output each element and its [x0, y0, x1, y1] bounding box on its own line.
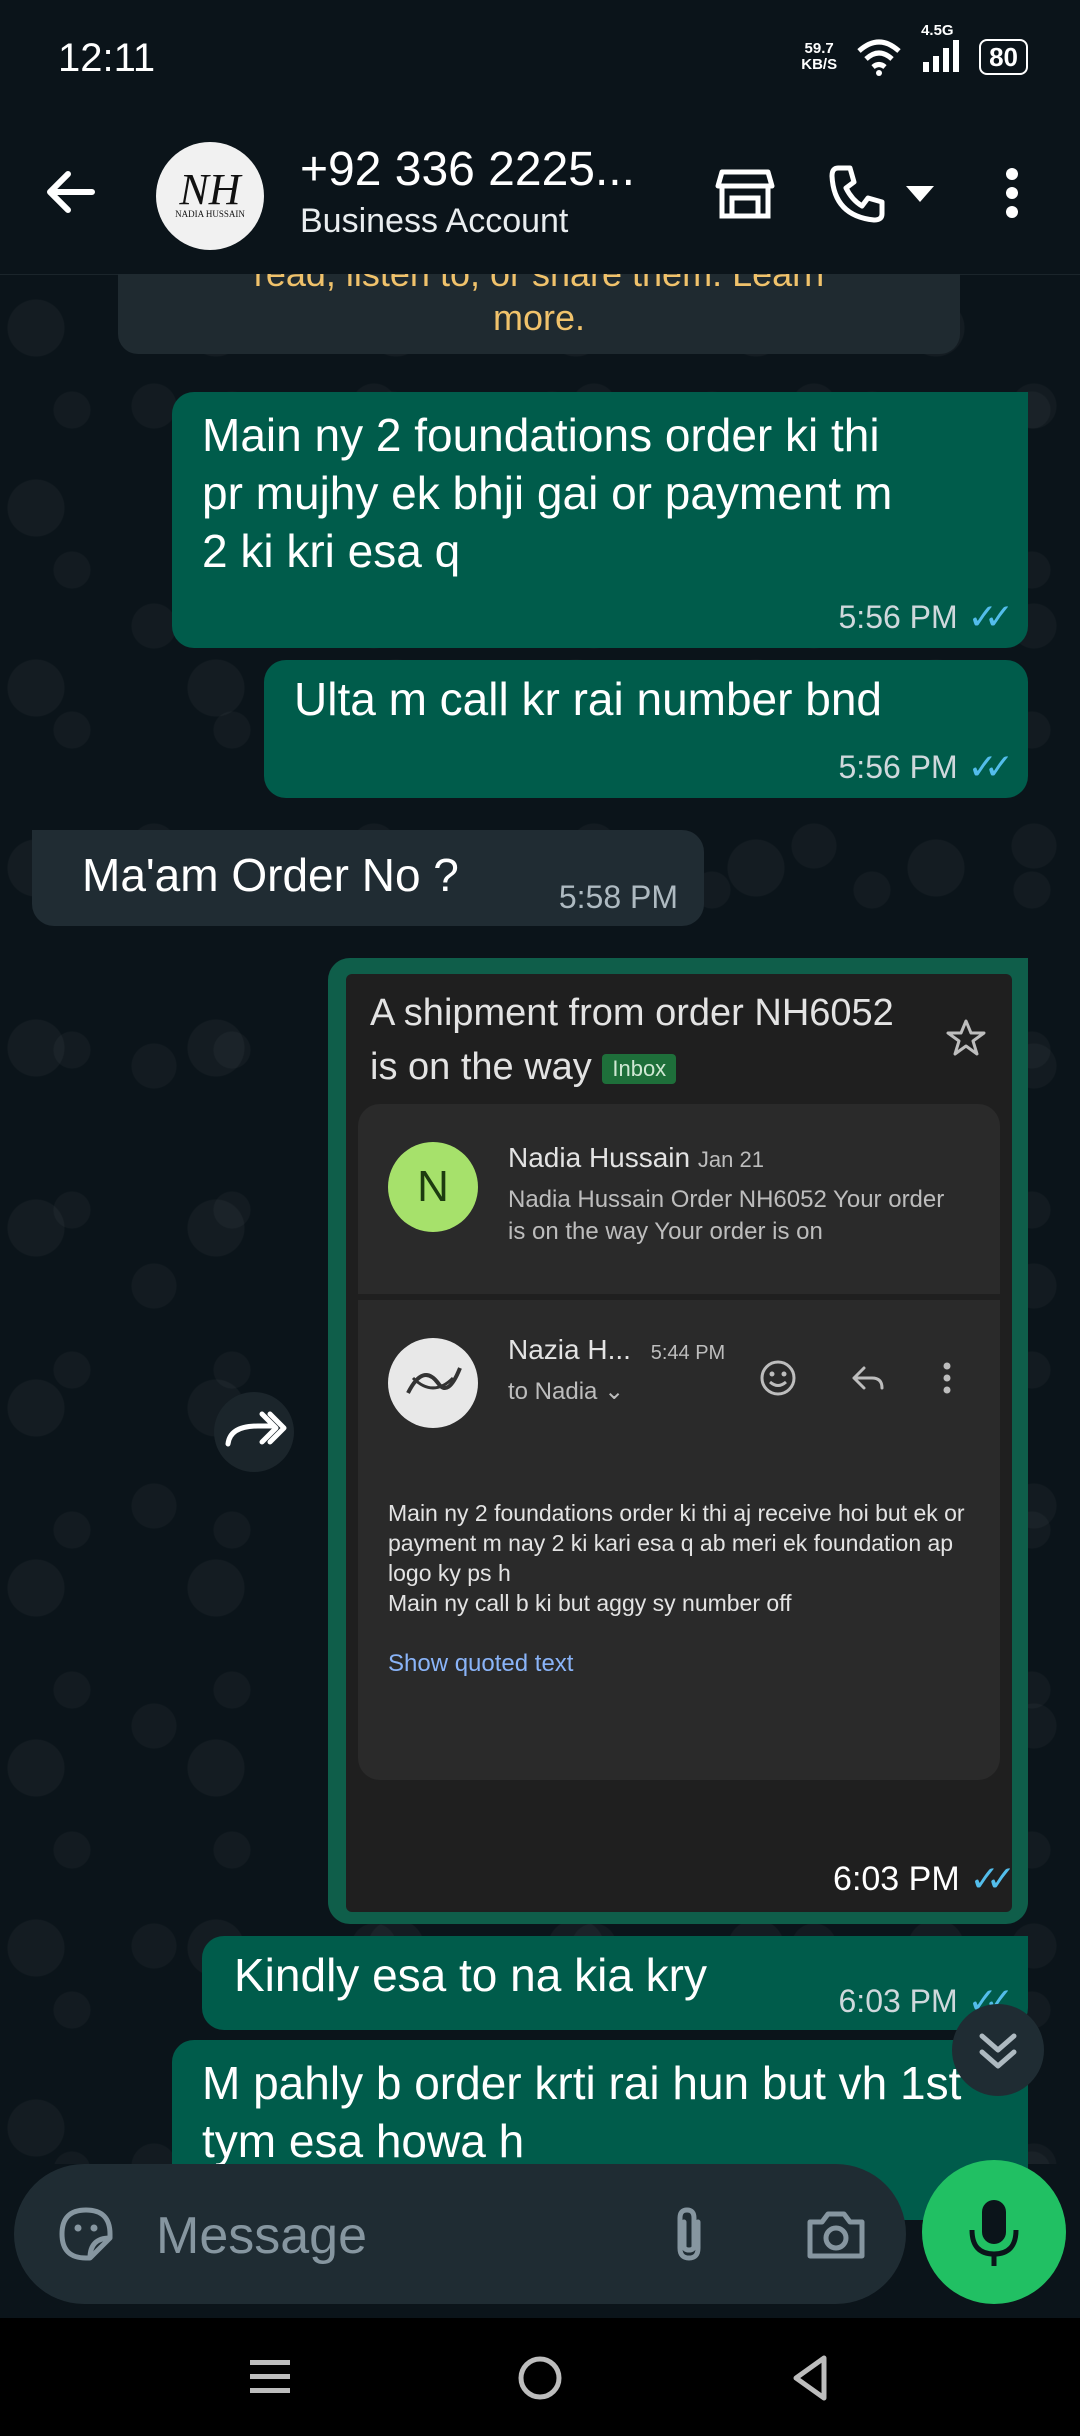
read-ticks-icon: ✓✓	[967, 746, 1014, 787]
message-meta: 6:03 PM ✓✓	[833, 1858, 1012, 1900]
message-meta: 5:58 PM	[559, 879, 678, 916]
email-subject: A shipment from order NH6052 is on the w…	[370, 992, 894, 1088]
message-text: M pahly b order krti rai hun but vh 1st …	[202, 2057, 962, 2167]
forward-button[interactable]	[214, 1392, 294, 1472]
call-dropdown-icon[interactable]	[900, 160, 940, 226]
back-nav-icon[interactable]	[786, 2352, 834, 2404]
sender-avatar-calligraphy	[388, 1338, 478, 1428]
message-bubble-incoming[interactable]: Ma'am Order No ? 5:58 PM	[32, 830, 704, 926]
email-card-second: Nazia H... 5:44 PM to Nadia ⌄ Main ny 2 …	[358, 1300, 1000, 1780]
sender-name: Nadia Hussain Jan 21	[508, 1142, 764, 1173]
chevron-down-icon: ⌄	[604, 1378, 625, 1405]
status-icons: 59.7 KB/S 4.5G 80	[801, 22, 1028, 77]
network-speed: 59.7 KB/S	[801, 39, 838, 73]
message-meta: 5:56 PM ✓✓	[838, 746, 1015, 788]
contact-avatar[interactable]: NH NADIA HUSSAIN	[156, 142, 264, 250]
chat-header: NH NADIA HUSSAIN +92 336 2225... Busines…	[0, 112, 1080, 275]
email-snippet: Nadia Hussain Order NH6052 Your order is…	[508, 1186, 945, 1245]
sender-avatar: N	[388, 1142, 478, 1232]
message-time: 5:56 PM	[838, 748, 958, 785]
email-card-first: N Nadia Hussain Jan 21 Nadia Hussain Ord…	[358, 1104, 1000, 1294]
message-time: 5:56 PM	[838, 598, 958, 635]
clock: 12:11	[58, 36, 156, 80]
system-navigation-bar	[0, 2318, 1080, 2436]
message-meta: 5:56 PM ✓✓	[838, 596, 1015, 638]
signal-icon	[923, 40, 960, 72]
wifi-icon	[857, 39, 901, 76]
email-body: Main ny 2 foundations order ki thi aj re…	[388, 1500, 965, 1616]
message-text: Kindly esa to na kia kry	[234, 1949, 708, 2001]
message-bubble-outgoing[interactable]: Ulta m call kr rai number bnd 5:56 PM ✓✓	[264, 660, 1028, 798]
recent-apps-icon[interactable]	[246, 2354, 294, 2400]
double-chevron-down-icon	[979, 2033, 1017, 2069]
message-time: 6:03 PM	[833, 1859, 960, 1898]
message-time: 6:03 PM	[838, 1982, 958, 2019]
message-text: Ulta m call kr rai number bnd	[294, 673, 882, 725]
message-bubble-outgoing[interactable]: Kindly esa to na kia kry 6:03 PM ✓✓	[202, 1936, 1028, 2030]
recipient-line: to Nadia ⌄	[508, 1378, 625, 1405]
read-ticks-icon: ✓✓	[969, 1858, 1012, 1899]
scroll-to-bottom-button[interactable]	[952, 2004, 1044, 2096]
voice-message-button[interactable]	[922, 2160, 1066, 2304]
camera-icon[interactable]	[804, 2202, 868, 2266]
show-quoted-text: Show quoted text	[388, 1650, 574, 1677]
message-text: Main ny 2 foundations order ki thi pr mu…	[202, 409, 893, 577]
message-input[interactable]: Message	[156, 2206, 367, 2266]
battery-indicator: 80	[979, 38, 1028, 75]
read-ticks-icon: ✓✓	[967, 596, 1014, 637]
message-text: Ma'am Order No ?	[82, 849, 459, 901]
star-icon	[946, 1019, 986, 1056]
email-more-icon	[943, 1362, 951, 1394]
message-time: 5:58 PM	[558, 879, 678, 915]
microphone-icon	[969, 2200, 1019, 2266]
home-icon[interactable]	[514, 2352, 566, 2404]
forward-icon	[225, 1411, 287, 1447]
more-options-icon[interactable]	[990, 160, 1034, 226]
reply-icon	[852, 1366, 884, 1390]
status-bar: 12:11 59.7 KB/S 4.5G 80	[0, 0, 1080, 112]
attach-icon[interactable]	[664, 2202, 714, 2266]
network-type: 4.5G	[921, 22, 954, 39]
back-arrow-icon[interactable]	[40, 162, 100, 222]
calligraphy-logo-icon	[406, 1367, 462, 1394]
phone-icon[interactable]	[824, 160, 890, 226]
emoji-react-icon	[760, 1360, 796, 1396]
contact-name[interactable]: +92 336 2225...	[300, 142, 635, 197]
message-bubble-outgoing[interactable]: Main ny 2 foundations order ki thi pr mu…	[172, 392, 1028, 648]
sticker-icon[interactable]	[54, 2202, 118, 2266]
inbox-label: Inbox	[602, 1053, 677, 1084]
sender-name: Nazia H... 5:44 PM	[508, 1334, 726, 1365]
message-composer[interactable]: Message	[14, 2164, 906, 2304]
encryption-notice[interactable]: read, listen to, or share them. Learn mo…	[118, 274, 960, 354]
store-icon[interactable]	[712, 160, 778, 226]
account-type[interactable]: Business Account	[300, 202, 568, 241]
email-screenshot-image[interactable]: A shipment from order NH6052 is on the w…	[346, 974, 1012, 1912]
